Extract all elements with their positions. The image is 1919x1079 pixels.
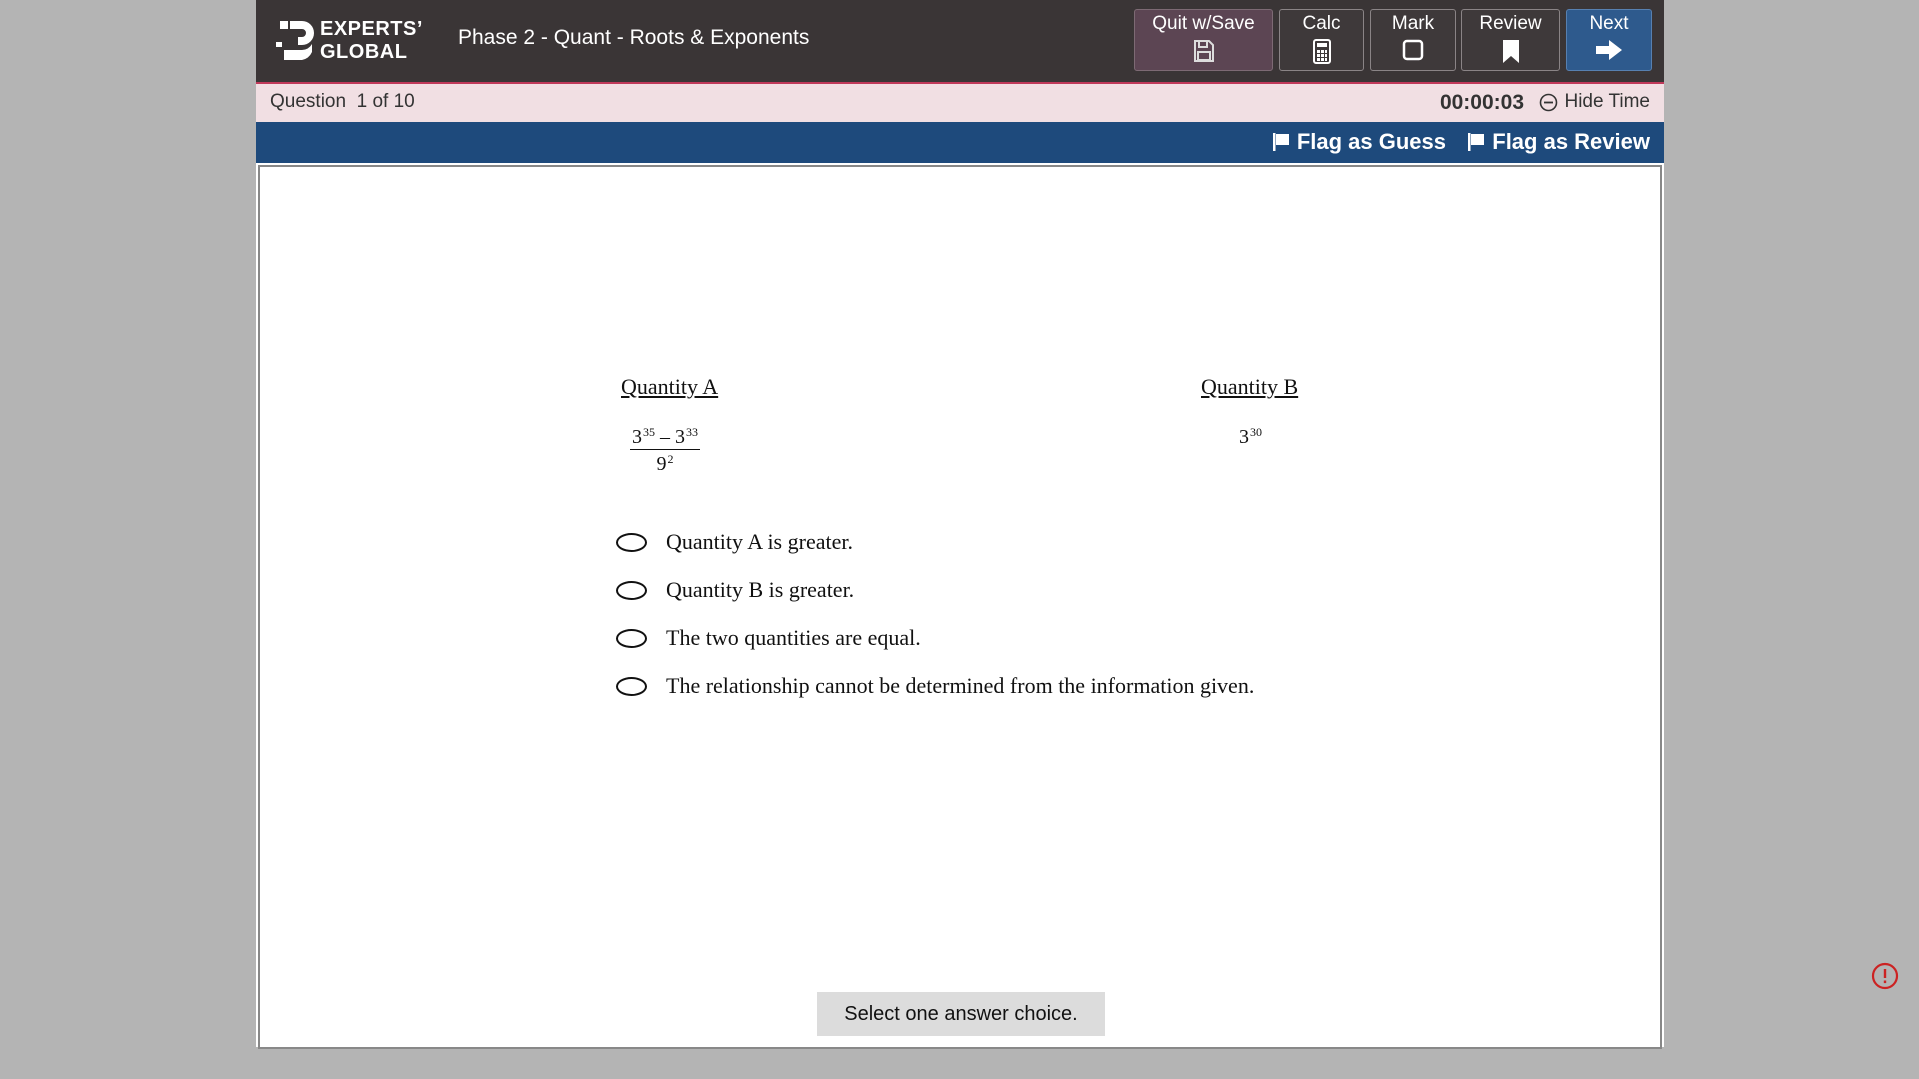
test-title: Phase 2 - Quant - Roots & Exponents (458, 26, 810, 49)
calculator-icon (1312, 39, 1331, 64)
quantity-a-header: Quantity A (621, 374, 719, 399)
logo-mark-icon (276, 18, 316, 64)
mark-button[interactable]: Mark (1370, 9, 1456, 71)
top-toolbar: EXPERTS’ GLOBAL Phase 2 - Quant - Roots … (256, 0, 1664, 84)
quantity-a-numerator: 335 – 333 (630, 425, 700, 450)
experts-global-logo: EXPERTS’ GLOBAL (276, 18, 423, 64)
status-message: Select one answer choice. (817, 992, 1105, 1036)
checkbox-icon (1402, 39, 1424, 61)
radio-button[interactable] (616, 580, 647, 600)
test-window: EXPERTS’ GLOBAL Phase 2 - Quant - Roots … (256, 0, 1664, 1049)
quit-save-button[interactable]: Quit w/Save (1134, 9, 1273, 71)
choice-label: The two quantities are equal. (666, 625, 921, 650)
next-button[interactable]: Next (1566, 9, 1652, 71)
calculator-button[interactable]: Calc (1279, 9, 1364, 71)
answer-choice[interactable]: The two quantities are equal. (616, 625, 921, 651)
flag-as-guess-label: Flag as Guess (1296, 129, 1446, 154)
flag-icon (1272, 133, 1289, 151)
radio-button[interactable] (616, 532, 647, 552)
radio-button[interactable] (616, 628, 647, 648)
review-label: Review (1479, 13, 1542, 34)
flag-bar: Flag as Guess Flag as Review (256, 122, 1664, 163)
bookmark-icon (1502, 40, 1519, 63)
logo-text-line2: GLOBAL (320, 41, 408, 63)
answer-choice[interactable]: Quantity A is greater. (616, 529, 853, 555)
choice-label: The relationship cannot be determined fr… (666, 673, 1255, 698)
flag-as-guess-button[interactable]: Flag as Guess (1272, 129, 1446, 155)
question-counter: Question 1 of 10 (270, 91, 415, 112)
minus-circle-icon (1540, 93, 1558, 111)
logo-text-line1: EXPERTS’ (320, 18, 423, 40)
radio-button[interactable] (616, 676, 647, 696)
flag-icon (1468, 133, 1485, 151)
quantity-b-header: Quantity B (1201, 374, 1299, 399)
timer: 00:00:03 (1439, 91, 1524, 114)
arrow-right-icon (1596, 40, 1622, 60)
next-label: Next (1589, 13, 1629, 34)
quantity-a-expression: 335 – 333 92 (630, 425, 700, 476)
quantity-b-expression: 330 (1239, 425, 1262, 448)
answer-choice[interactable]: Quantity B is greater. (616, 577, 854, 603)
alert-circle-icon[interactable] (1871, 962, 1899, 990)
floppy-disk-icon (1193, 40, 1214, 62)
quantity-a-denominator: 92 (656, 452, 674, 475)
calc-label: Calc (1302, 13, 1341, 34)
mark-label: Mark (1391, 13, 1435, 34)
answer-choice[interactable]: The relationship cannot be determined fr… (616, 673, 1254, 699)
hide-time-toggle[interactable]: Hide Time (1539, 91, 1650, 113)
choice-label: Quantity A is greater. (666, 529, 853, 554)
quit-save-label: Quit w/Save (1152, 13, 1255, 34)
flag-as-review-button[interactable]: Flag as Review (1467, 129, 1650, 155)
question-status-bar: Question 1 of 10 00:00:03 Hide Time (256, 84, 1664, 122)
review-button[interactable]: Review (1461, 9, 1560, 71)
hide-time-label: Hide Time (1564, 91, 1650, 112)
choice-label: Quantity B is greater. (666, 577, 855, 602)
question-panel: Quantity A Quantity B 335 – 333 92 330 Q… (258, 165, 1662, 1049)
flag-as-review-label: Flag as Review (1492, 129, 1650, 154)
